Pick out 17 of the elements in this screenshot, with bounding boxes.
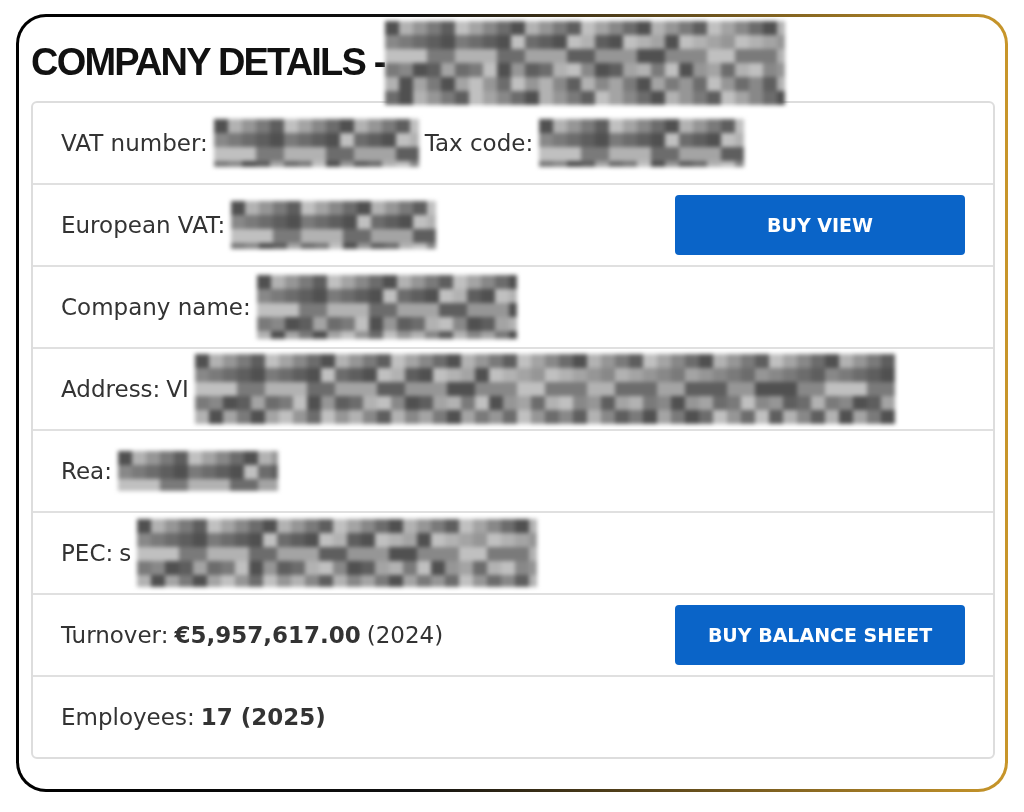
field-label: Turnover: (61, 622, 169, 648)
field-value: 17 (2025) (200, 704, 326, 730)
field-label: Rea: (61, 458, 112, 484)
field-value: VI (166, 376, 189, 402)
field-label: PEC: (61, 540, 114, 566)
field-label: VAT number: (61, 130, 208, 156)
field-label: Tax code: (424, 130, 534, 156)
buy-button[interactable]: BUY VIEW (675, 195, 965, 255)
field-value: s (119, 540, 132, 566)
field-label: Company name: (61, 294, 251, 320)
field-label: Employees: (61, 704, 195, 730)
field-label: European VAT: (61, 212, 226, 238)
field-note: (2024) (366, 622, 444, 648)
field-label: Address: (61, 376, 161, 402)
section-title: COMPANY DETAILS - (31, 40, 385, 84)
field-value: €5,957,617.00 (174, 622, 361, 648)
buy-button[interactable]: BUY BALANCE SHEET (675, 605, 965, 665)
